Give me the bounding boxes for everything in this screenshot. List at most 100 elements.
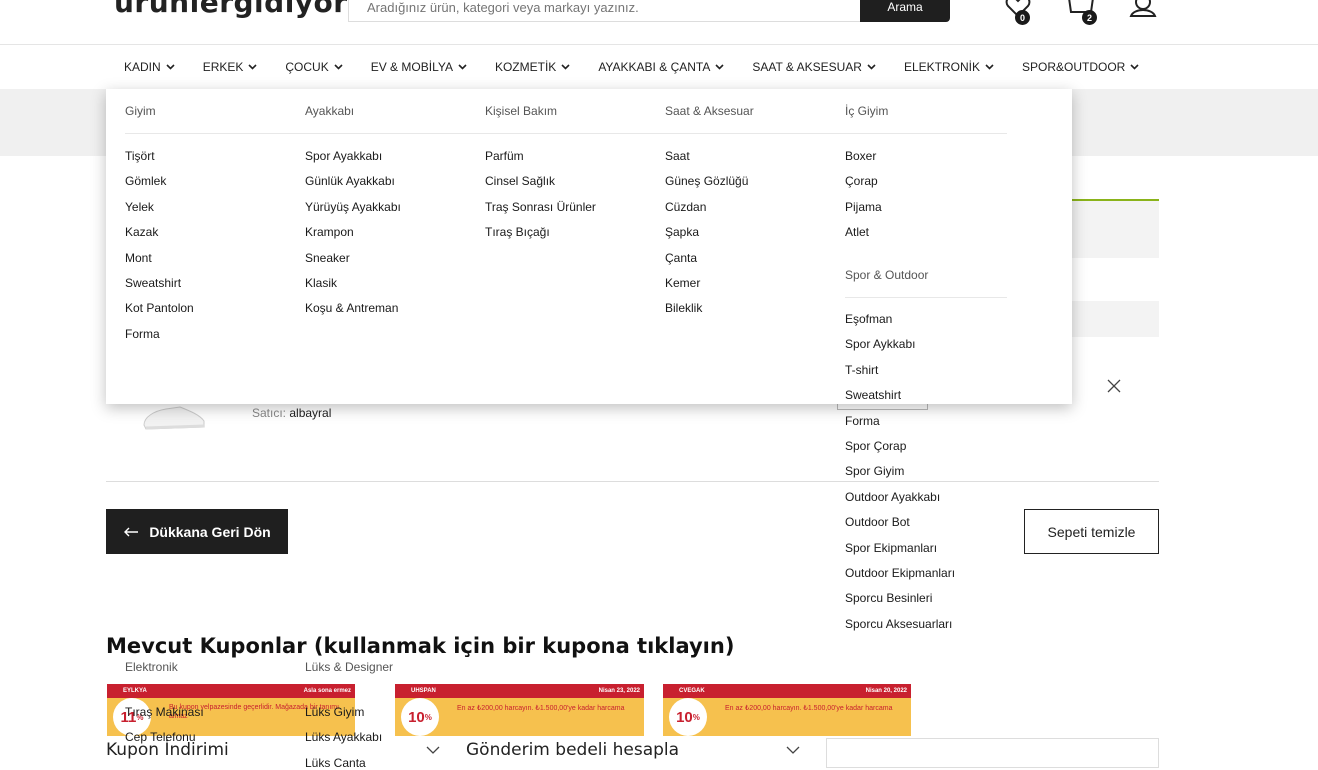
menu-column-title[interactable]: Ayakkabı	[305, 104, 354, 118]
chevron-down-icon	[248, 64, 257, 70]
account-button[interactable]	[1128, 0, 1158, 25]
nav-item-label: SAAT & AKSESUAR	[752, 60, 862, 74]
menu-link[interactable]: Outdoor Bot	[845, 515, 910, 529]
menu-link[interactable]: Cinsel Sağlık	[485, 174, 555, 188]
mega-menu-dropdown	[106, 89, 1072, 404]
menu-link[interactable]: Cep Telefonu	[125, 730, 196, 744]
nav-item-label: SPOR&OUTDOOR	[1021, 60, 1126, 74]
cart-count-badge: 2	[1082, 10, 1097, 25]
menu-column-title[interactable]: İç Giyim	[845, 104, 888, 118]
menu-link[interactable]: Bileklik	[665, 301, 702, 315]
search-button[interactable]: Arama	[860, 0, 950, 22]
menu-column-title[interactable]: Spor & Outdoor	[845, 268, 928, 282]
chevron-down-icon	[458, 64, 467, 70]
menu-column-title[interactable]: Lüks & Designer	[305, 660, 393, 674]
menu-link[interactable]: Çanta	[665, 251, 697, 265]
menu-column-title[interactable]: Saat & Aksesuar	[665, 104, 754, 118]
menu-link[interactable]: Sneaker	[305, 251, 350, 265]
clear-cart-button[interactable]: Sepeti temizle	[1024, 509, 1159, 554]
menu-link[interactable]: Şapka	[665, 225, 699, 239]
menu-link[interactable]: Kemer	[665, 276, 700, 290]
chevron-down-icon[interactable]	[786, 746, 800, 755]
back-to-shop-button[interactable]: Dükkana Geri Dön	[106, 509, 288, 554]
nav-item-label: KOZMETİK	[494, 60, 557, 74]
menu-link[interactable]: Eşofman	[845, 312, 892, 326]
menu-link[interactable]: Gömlek	[125, 174, 166, 188]
nav-item[interactable]: ERKEK	[203, 60, 258, 74]
menu-link[interactable]: Atlet	[845, 225, 869, 239]
menu-link[interactable]: Outdoor Ekipmanları	[845, 566, 955, 580]
nav-item[interactable]: EV & MOBİLYA	[371, 60, 467, 74]
menu-link[interactable]: Güneş Gözlüğü	[665, 174, 748, 188]
chevron-down-icon	[334, 64, 343, 70]
menu-link[interactable]: Traş Sonrası Ürünler	[485, 200, 596, 214]
nav-item[interactable]: KOZMETİK	[495, 60, 570, 74]
menu-link[interactable]: Krampon	[305, 225, 354, 239]
nav-item[interactable]: ELEKTRONİK	[904, 60, 994, 74]
menu-link[interactable]: Tıraş Makinası	[125, 705, 204, 719]
menu-link[interactable]: Tişört	[125, 149, 155, 163]
menu-link[interactable]: Boxer	[845, 149, 876, 163]
menu-link[interactable]: Forma	[845, 414, 880, 428]
chevron-down-icon	[867, 64, 876, 70]
product-seller: Satıcı: albayral	[252, 406, 331, 420]
menu-link[interactable]: Forma	[125, 327, 160, 341]
nav-item[interactable]: SAAT & AKSESUAR	[752, 60, 876, 74]
menu-link[interactable]: Pijama	[845, 200, 882, 214]
menu-link[interactable]: Yürüyüş Ayakkabı	[305, 200, 401, 214]
search-input[interactable]	[349, 0, 896, 21]
menu-link[interactable]: Spor Ekipmanları	[845, 541, 937, 555]
seller-name[interactable]: albayral	[289, 406, 331, 420]
nav-item[interactable]: ÇOCUK	[285, 60, 343, 74]
menu-link[interactable]: Kot Pantolon	[125, 301, 194, 315]
coupon-header: EYLKYA Asla sona ermez	[107, 684, 355, 698]
menu-link[interactable]: Spor Çorap	[845, 439, 906, 453]
menu-link[interactable]: Koşu & Antreman	[305, 301, 398, 315]
menu-link[interactable]: Sweatshirt	[845, 388, 901, 402]
search-box[interactable]	[348, 0, 896, 22]
shipping-accordion-title[interactable]: Gönderim bedeli hesapla	[466, 740, 679, 760]
coupon-code: UHSPAN	[411, 688, 436, 694]
coupon-value-unit: %	[424, 712, 432, 722]
menu-column-title[interactable]: Giyim	[125, 104, 156, 118]
menu-link[interactable]: Sporcu Besinleri	[845, 591, 932, 605]
quantity-input[interactable]	[837, 404, 928, 410]
nav-item[interactable]: SPOR&OUTDOOR	[1022, 60, 1139, 74]
nav-item[interactable]: AYAKKABI & ÇANTA	[598, 60, 724, 74]
nav-item-label: KADIN	[124, 60, 161, 74]
chevron-down-icon[interactable]	[426, 746, 440, 755]
menu-link[interactable]: Yelek	[125, 200, 154, 214]
menu-link[interactable]: Outdoor Ayakkabı	[845, 490, 940, 504]
coupon-code: CVEGAK	[679, 688, 705, 694]
menu-link[interactable]: Spor Ayakkabı	[305, 149, 382, 163]
menu-link[interactable]: T-shirt	[845, 363, 878, 377]
menu-link[interactable]: Saat	[665, 149, 690, 163]
menu-link[interactable]: Parfüm	[485, 149, 524, 163]
menu-link[interactable]: Lüks Canta	[305, 756, 366, 770]
nav-item-label: ELEKTRONİK	[903, 60, 980, 74]
coupon-value-number: 10	[408, 708, 425, 726]
menu-link[interactable]: Günlük Ayakkabı	[305, 174, 395, 188]
site-logo[interactable]: urunlergidiyor	[114, 0, 348, 19]
menu-link[interactable]: Cüzdan	[665, 200, 706, 214]
coupon-card[interactable]: CVEGAK Nisan 20, 2022 10% En az ₺200,00 h…	[663, 684, 911, 736]
menu-column-title[interactable]: Elektronik	[125, 660, 178, 674]
menu-column-title[interactable]: Kişisel Bakım	[485, 104, 557, 118]
menu-link[interactable]: Sweatshirt	[125, 276, 181, 290]
menu-link[interactable]: Sporcu Aksesuarları	[845, 617, 952, 631]
menu-link[interactable]: Çorap	[845, 174, 878, 188]
remove-item-icon[interactable]	[1105, 377, 1123, 395]
nav-item[interactable]: KADIN	[124, 60, 175, 74]
user-icon	[1129, 0, 1157, 17]
mega-menu-divider	[125, 133, 1007, 134]
menu-link[interactable]: Spor Giyim	[845, 464, 904, 478]
coupon-card[interactable]: UHSPAN Nisan 23, 2022 10% En az ₺200,00 h…	[395, 684, 644, 736]
menu-link[interactable]: Mont	[125, 251, 152, 265]
menu-link[interactable]: Spor Aykkabı	[845, 337, 916, 351]
coupon-value-number: 10	[676, 708, 693, 726]
menu-link[interactable]: Kazak	[125, 225, 158, 239]
menu-link[interactable]: Lüks Giyim	[305, 705, 364, 719]
menu-link[interactable]: Klasik	[305, 276, 337, 290]
menu-link[interactable]: Tıraş Bıçağı	[485, 225, 550, 239]
menu-link[interactable]: Lüks Ayakkabı	[305, 730, 382, 744]
